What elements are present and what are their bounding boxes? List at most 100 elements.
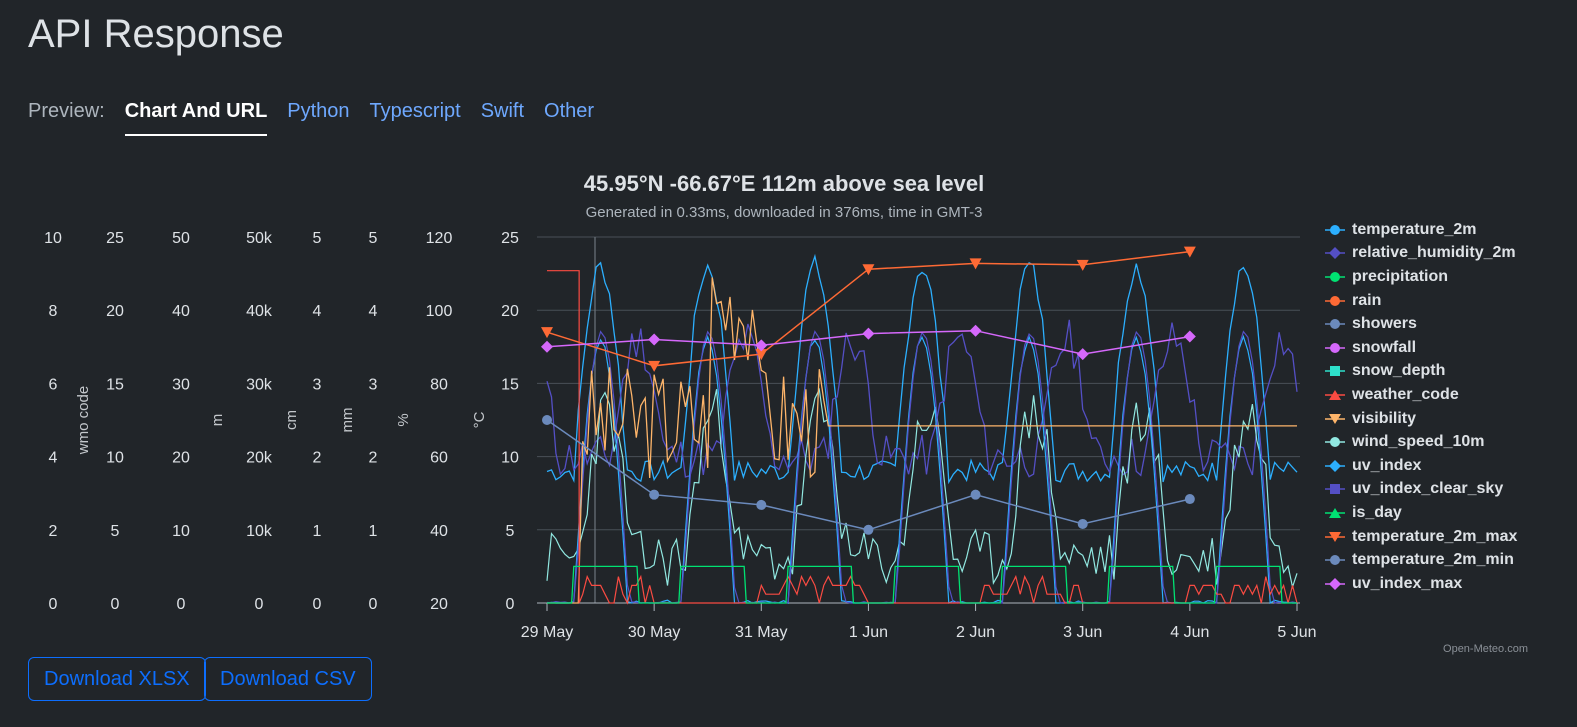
- x-axis-tick-label: 31 May: [735, 624, 787, 641]
- legend-marker-icon: [1325, 531, 1345, 542]
- x-axis-tick-label: 4 Jun: [1170, 624, 1209, 641]
- legend-item-relative-humidity-2m[interactable]: relative_humidity_2m: [1325, 242, 1517, 266]
- data-point-temperature-2m-min: [970, 489, 981, 500]
- legend-label: precipitation: [1352, 267, 1449, 285]
- legend-item-uv-index-max[interactable]: uv_index_max: [1325, 572, 1517, 596]
- data-point-temperature-2m-min: [1184, 494, 1195, 505]
- tab-typescript[interactable]: Typescript: [370, 100, 461, 123]
- legend-label: visibility: [1352, 409, 1417, 427]
- legend-marker-icon: [1325, 366, 1345, 377]
- legend-item-snow-depth[interactable]: snow_depth: [1325, 360, 1517, 384]
- x-axis-tick-label: 1 Jun: [849, 624, 888, 641]
- series-line-is-day: [547, 565, 1297, 604]
- y-axis-tick-label: 5: [369, 230, 378, 247]
- x-axis-tick-label: 5 Jun: [1277, 624, 1316, 641]
- legend-item-rain[interactable]: rain: [1325, 289, 1517, 313]
- y-axis-tick-label: 20: [501, 303, 519, 320]
- legend-marker-icon: [1325, 389, 1345, 400]
- y-axis-unit-label: %: [395, 413, 412, 426]
- y-axis-unit-label: km/h: [0, 404, 4, 437]
- legend-item-uv-index[interactable]: uv_index: [1325, 454, 1517, 478]
- y-axis-tick-label: 0: [111, 596, 120, 613]
- legend-item-visibility[interactable]: visibility: [1325, 407, 1517, 431]
- y-axis-tick-label: 6: [49, 376, 58, 393]
- legend-label: rain: [1352, 291, 1382, 309]
- y-axis-unit-label: m: [209, 414, 226, 427]
- y-axis-tick-label: 5: [506, 523, 515, 540]
- y-axis-tick-label: 60: [430, 450, 448, 467]
- legend-marker-icon: [1325, 271, 1345, 282]
- download-xlsx-button[interactable]: Download XLSX: [28, 657, 206, 701]
- download-csv-button[interactable]: Download CSV: [204, 657, 372, 701]
- y-axis-unit-label: °C: [471, 411, 488, 428]
- tab-python[interactable]: Python: [287, 100, 349, 123]
- legend-label: snow_depth: [1352, 362, 1446, 380]
- legend-marker-icon: [1325, 342, 1345, 353]
- x-axis-tick-label: 2 Jun: [956, 624, 995, 641]
- y-axis-unit-label: cm: [283, 410, 300, 430]
- y-axis-unit-label: wmo code: [75, 386, 92, 455]
- y-axis-tick-label: 20: [172, 450, 190, 467]
- y-axis-tick-label: 40: [172, 303, 190, 320]
- chart-subtitle: Generated in 0.33ms, downloaded in 376ms…: [586, 204, 983, 221]
- y-axis-tick-label: 50: [172, 230, 190, 247]
- legend-marker-icon: [1325, 224, 1345, 235]
- legend-label: uv_index_max: [1352, 574, 1463, 592]
- legend-item-showers[interactable]: showers: [1325, 312, 1517, 336]
- page-title: API Response: [28, 12, 284, 56]
- legend-marker-icon: [1325, 507, 1345, 518]
- legend-marker-icon: [1325, 295, 1345, 306]
- y-axis-tick-label: 4: [49, 450, 58, 467]
- y-axis-tick-label: 0: [177, 596, 186, 613]
- y-axis-tick-label: 20: [430, 596, 448, 613]
- legend-item-snowfall[interactable]: snowfall: [1325, 336, 1517, 360]
- y-axis-tick-label: 25: [501, 230, 519, 247]
- legend-item-is-day[interactable]: is_day: [1325, 501, 1517, 525]
- y-axis-tick-label: 5: [313, 230, 322, 247]
- y-axis-tick-label: 20: [106, 303, 124, 320]
- legend-label: wind_speed_10m: [1352, 433, 1485, 451]
- legend-marker-icon: [1325, 484, 1345, 495]
- y-axis-tick-label: 10: [106, 450, 124, 467]
- tab-swift[interactable]: Swift: [481, 100, 524, 123]
- y-axis-tick-label: 120: [426, 230, 453, 247]
- y-axis-tick-label: 10: [172, 523, 190, 540]
- legend-label: uv_index_clear_sky: [1352, 480, 1504, 498]
- tab-other[interactable]: Other: [544, 100, 594, 123]
- y-axis-tick-label: 4: [369, 303, 378, 320]
- legend-item-temperature-2m-max[interactable]: temperature_2m_max: [1325, 525, 1517, 549]
- y-axis-tick-label: 4: [313, 303, 322, 320]
- legend-item-weather-code[interactable]: weather_code: [1325, 383, 1517, 407]
- y-axis-tick-label: 1: [313, 523, 322, 540]
- legend-label: uv_index: [1352, 456, 1422, 474]
- y-axis-tick-label: 2: [49, 523, 58, 540]
- legend-marker-icon: [1325, 413, 1345, 424]
- legend-item-uv-index-clear-sky[interactable]: uv_index_clear_sky: [1325, 478, 1517, 502]
- y-axis-tick-label: 0: [369, 596, 378, 613]
- legend-item-precipitation[interactable]: precipitation: [1325, 265, 1517, 289]
- data-point-uv-index-max: [541, 340, 553, 353]
- y-axis-tick-label: 50k: [246, 230, 273, 247]
- y-axis-tick-label: 10: [44, 230, 62, 247]
- y-axis-tick-label: 15: [501, 376, 519, 393]
- y-axis-tick-label: 0: [255, 596, 264, 613]
- legend-marker-icon: [1325, 319, 1345, 330]
- legend-marker-icon: [1325, 437, 1345, 448]
- legend-marker-icon: [1325, 577, 1345, 590]
- tab-chart-and-url[interactable]: Chart And URL: [124, 100, 268, 136]
- y-axis-tick-label: 2: [369, 450, 378, 467]
- series-line-relative-humidity-2m: [546, 319, 1298, 478]
- y-axis-tick-label: 20k: [246, 450, 273, 467]
- legend-item-temperature-2m[interactable]: temperature_2m: [1325, 218, 1517, 242]
- data-point-temperature-2m-min: [542, 415, 552, 425]
- y-axis-tick-label: 5: [111, 523, 120, 540]
- y-axis-tick-label: 3: [313, 376, 322, 393]
- legend-item-wind-speed-10m[interactable]: wind_speed_10m: [1325, 430, 1517, 454]
- y-axis-tick-label: 40: [430, 523, 448, 540]
- data-point-uv-index-max: [1183, 330, 1196, 343]
- x-axis-tick-label: 30 May: [628, 624, 680, 641]
- data-point-temperature-2m-min: [1077, 518, 1088, 529]
- legend-label: snowfall: [1352, 338, 1417, 356]
- legend-item-temperature-2m-min[interactable]: temperature_2m_min: [1325, 548, 1517, 572]
- legend-label: weather_code: [1352, 385, 1459, 403]
